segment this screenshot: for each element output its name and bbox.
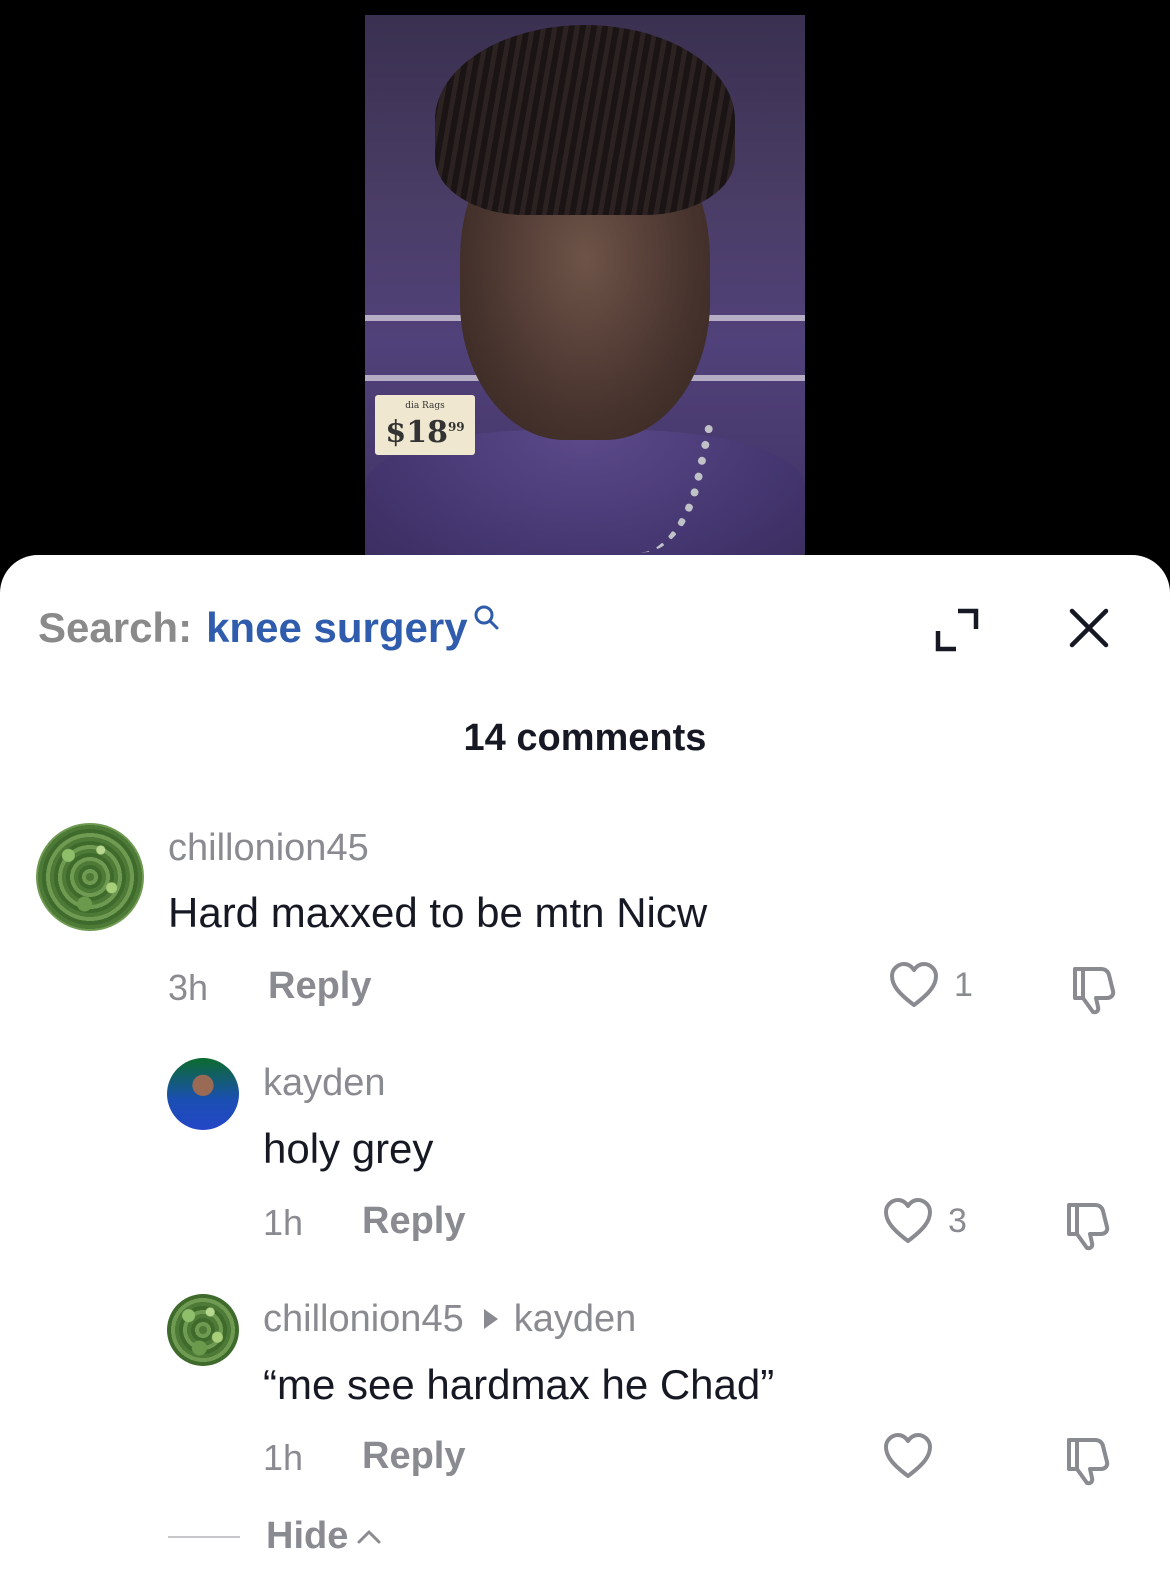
- like-count: 1: [954, 965, 973, 1004]
- comment-count: 14 comments: [463, 717, 707, 759]
- like-button[interactable]: 1: [888, 961, 973, 1009]
- heart-icon: [890, 962, 938, 1007]
- reply-button[interactable]: Reply: [268, 965, 371, 1008]
- reply-button[interactable]: Reply: [362, 1435, 465, 1478]
- avatar[interactable]: [36, 823, 144, 931]
- chevron-up-icon: [357, 1530, 381, 1543]
- comment-time: 3h: [168, 967, 209, 1008]
- comment-username[interactable]: chillonion45: [168, 827, 369, 870]
- comments-sheet: Search: knee surgery 14 comments chillon…: [0, 555, 1170, 1578]
- person-hair: [435, 25, 735, 215]
- price-cents: 99: [447, 420, 465, 434]
- avatar[interactable]: [167, 1058, 239, 1130]
- like-button[interactable]: [882, 1432, 948, 1480]
- thumbs-down-icon[interactable]: [1065, 961, 1119, 1015]
- comment-username-line: chillonion45 kayden: [263, 1298, 636, 1341]
- like-button[interactable]: 3: [882, 1197, 967, 1245]
- thumbs-down-icon[interactable]: [1059, 1197, 1113, 1251]
- comment-text: “me see hardmax he Chad”: [263, 1361, 775, 1408]
- avatar[interactable]: [167, 1294, 239, 1366]
- reply-to-username[interactable]: kayden: [514, 1298, 637, 1340]
- video-thumbnail: dia Rags $1899: [365, 15, 805, 560]
- comment-text: holy grey: [263, 1125, 434, 1172]
- comment-username[interactable]: chillonion45: [263, 1298, 464, 1340]
- comment-text: Hard maxxed to be mtn Nicw: [168, 889, 708, 936]
- comment-time: 1h: [263, 1437, 304, 1478]
- search-icon: [474, 605, 499, 630]
- hide-label[interactable]: Hide: [266, 1515, 348, 1558]
- hide-replies[interactable]: Hide: [168, 1515, 382, 1558]
- video-player[interactable]: dia Rags $1899: [0, 0, 1170, 580]
- search-suggestion[interactable]: Search: knee surgery: [38, 603, 500, 653]
- price-tag-caption: dia Rags: [405, 401, 445, 411]
- comment-username[interactable]: kayden: [263, 1062, 386, 1105]
- search-term[interactable]: knee surgery: [206, 604, 467, 652]
- reply-button[interactable]: Reply: [362, 1200, 465, 1243]
- thumbs-down-icon[interactable]: [1059, 1432, 1113, 1486]
- expand-icon[interactable]: [934, 607, 980, 653]
- reply-to-arrow-icon: [483, 1308, 498, 1329]
- close-icon[interactable]: [1068, 607, 1110, 649]
- price-tag-price: $1899: [385, 411, 464, 449]
- divider: [168, 1535, 240, 1538]
- heart-icon: [884, 1433, 932, 1478]
- like-count: 3: [948, 1201, 967, 1240]
- search-label: Search:: [38, 604, 193, 651]
- heart-icon: [884, 1198, 932, 1243]
- comment-time: 1h: [263, 1202, 304, 1243]
- price-tag: dia Rags $1899: [375, 395, 475, 455]
- price-dollar: $18: [385, 415, 448, 450]
